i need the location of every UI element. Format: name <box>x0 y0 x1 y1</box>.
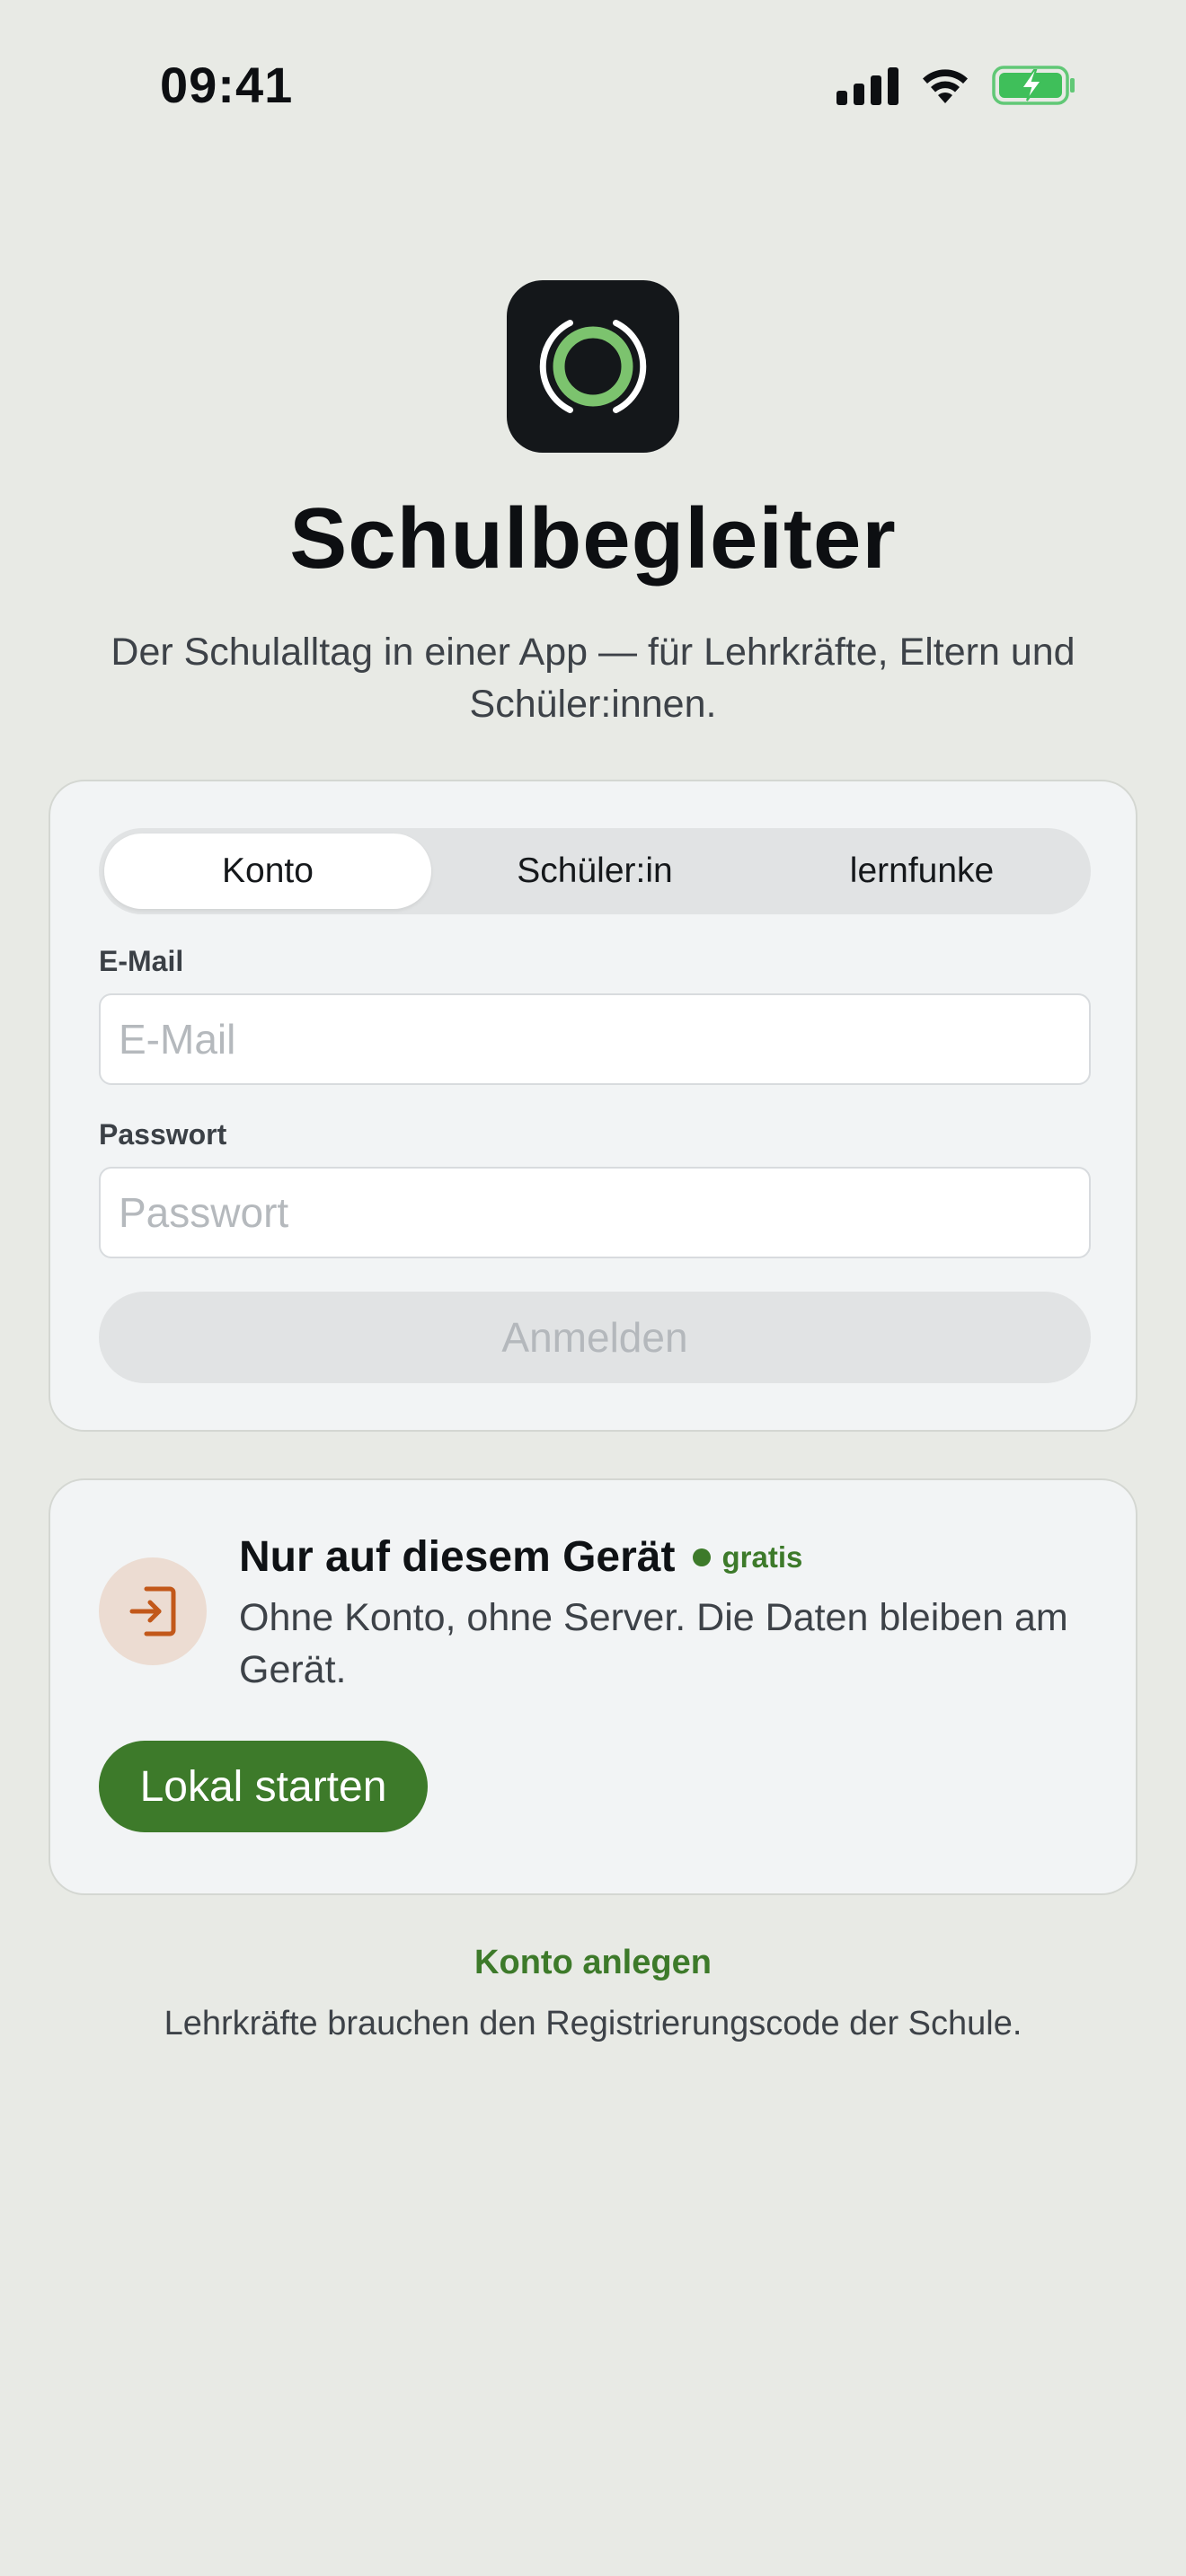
create-account-link[interactable]: Konto anlegen <box>0 1944 1186 1982</box>
status-icons <box>836 65 1078 106</box>
app-subtitle: Der Schulalltag in einer App — für Lehrk… <box>111 631 1075 726</box>
free-badge-label: gratis <box>721 1539 803 1574</box>
app-logo-icon <box>507 280 679 453</box>
login-mode-segmented-control: Konto Schüler:in lernfunke <box>99 828 1091 914</box>
cellular-signal-icon <box>836 66 898 105</box>
local-mode-title: Nur auf diesem Gerät <box>239 1533 676 1581</box>
wifi-icon <box>923 69 968 103</box>
email-field[interactable] <box>99 993 1091 1085</box>
password-field[interactable] <box>99 1167 1091 1258</box>
free-badge: gratis <box>693 1540 802 1575</box>
app-title: Schulbegleiter <box>289 490 897 587</box>
tab-konto[interactable]: Konto <box>104 834 431 909</box>
login-screen: 09:41 Schulbegleiter Der Schulalltag in … <box>0 0 1186 2576</box>
tab-schueler[interactable]: Schüler:in <box>431 834 758 909</box>
local-mode-title-row: Nur auf diesem Gerät gratis <box>239 1532 802 1582</box>
email-label: E-Mail <box>99 945 184 977</box>
tab-lernfunke[interactable]: lernfunke <box>758 834 1085 909</box>
status-time: 09:41 <box>160 57 294 113</box>
login-card: Konto Schüler:in lernfunke E-Mail Passwo… <box>49 780 1137 1432</box>
login-button[interactable]: Anmelden <box>99 1292 1091 1383</box>
password-label: Passwort <box>99 1118 227 1151</box>
local-mode-card: Nur auf diesem Gerät gratis Ohne Konto, … <box>49 1478 1137 1895</box>
start-local-button[interactable]: Lokal starten <box>99 1741 428 1832</box>
battery-charging-icon <box>992 66 1075 105</box>
sign-in-icon <box>99 1557 207 1665</box>
local-mode-description: Ohne Konto, ohne Server. Die Daten bleib… <box>239 1596 1068 1691</box>
registration-code-note: Lehrkräfte brauchen den Registrierungsco… <box>164 2005 1022 2042</box>
status-dot-icon <box>693 1548 712 1566</box>
